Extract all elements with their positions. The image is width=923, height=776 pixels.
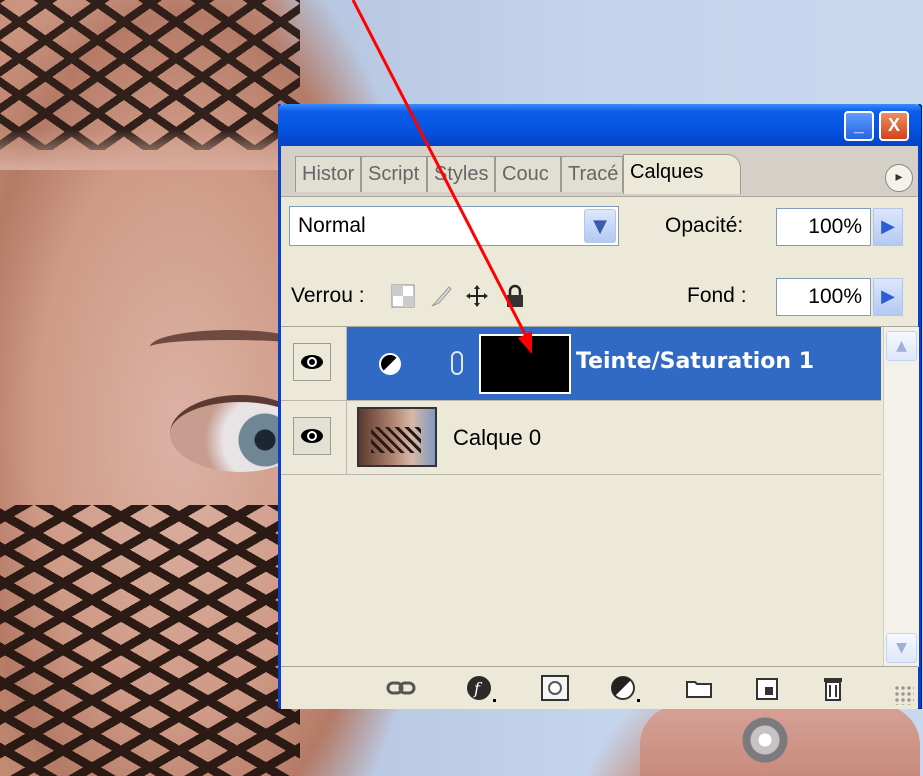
annotation-arrow — [351, 0, 532, 354]
tab-layers[interactable]: Calques — [623, 154, 741, 194]
